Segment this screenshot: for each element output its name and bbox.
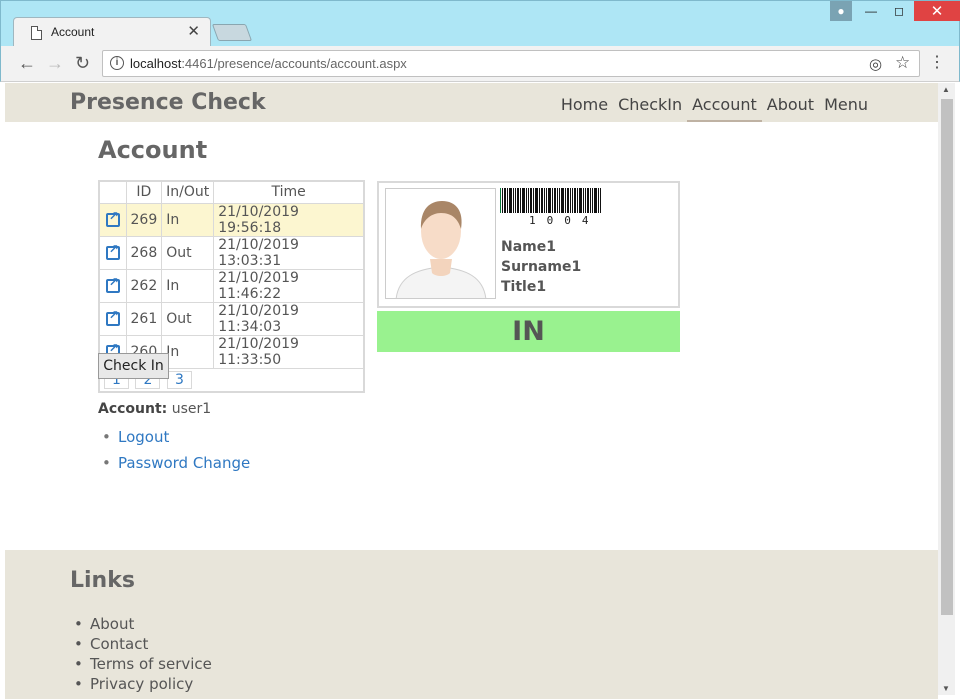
new-tab-button[interactable]	[211, 24, 253, 41]
row-inout: In	[161, 202, 215, 237]
row-id: 268	[125, 235, 163, 270]
grid-header-select	[98, 180, 127, 204]
reload-icon[interactable]: ↻	[75, 53, 90, 74]
url-host: localhost	[130, 56, 182, 71]
card-details: Name1 Surname1 Title1	[501, 237, 581, 297]
account-info: Account: user1	[98, 401, 211, 417]
footer-link-about[interactable]: About	[74, 614, 212, 634]
browser-titlebar: Account ✕ ● — ◻ ✕	[0, 0, 960, 48]
site-header: Presence Check Home CheckIn Account Abou…	[5, 83, 938, 122]
row-inout: Out	[161, 301, 215, 336]
footer-link-privacy[interactable]: Privacy policy	[74, 674, 212, 694]
open-link-icon[interactable]	[105, 275, 120, 293]
page-title: Account	[98, 136, 208, 164]
id-card: 1004 Name1 Surname1 Title1	[377, 181, 680, 308]
row-id: 261	[125, 301, 163, 336]
user-icon[interactable]: ●	[830, 1, 852, 21]
info-icon[interactable]: i	[110, 56, 124, 70]
grid-header-inout: In/Out	[161, 180, 215, 204]
forward-arrow-icon[interactable]: →	[46, 53, 64, 74]
browser-menu-icon[interactable]: ⋮	[929, 52, 945, 72]
url-path: :4461/presence/accounts/account.aspx	[181, 56, 407, 71]
avatar	[385, 188, 496, 299]
site-nav: Home CheckIn Account About Menu	[556, 91, 873, 122]
row-inout: Out	[161, 235, 215, 270]
minimize-button[interactable]: —	[858, 1, 884, 21]
open-link-icon[interactable]	[105, 308, 120, 326]
table-row: 268 Out 21/10/2019 13:03:31	[98, 235, 365, 270]
site-footer: Links About Contact Terms of service Pri…	[5, 550, 938, 699]
row-id: 262	[125, 268, 163, 303]
table-row: 262 In 21/10/2019 11:46:22	[98, 268, 365, 303]
url-text: localhost:4461/presence/accounts/account…	[130, 56, 407, 71]
account-value: user1	[171, 401, 212, 417]
scroll-down-icon[interactable]: ▼	[942, 684, 950, 693]
site-brand[interactable]: Presence Check	[70, 90, 266, 115]
web-page: Presence Check Home CheckIn Account Abou…	[5, 83, 938, 699]
open-link-icon[interactable]	[105, 242, 120, 260]
nav-home[interactable]: Home	[556, 91, 613, 122]
back-arrow-icon[interactable]: ←	[18, 53, 36, 74]
open-link-icon[interactable]	[105, 209, 120, 227]
tab-title: Account	[51, 25, 95, 39]
grid-header-id: ID	[125, 180, 163, 204]
barcode	[500, 188, 602, 213]
scroll-thumb[interactable]	[941, 99, 953, 615]
close-tab-icon[interactable]: ✕	[187, 22, 200, 40]
table-row: 261 Out 21/10/2019 11:34:03	[98, 301, 365, 336]
card-name: Name1	[501, 239, 556, 255]
document-icon	[31, 26, 42, 40]
password-change-link[interactable]: Password Change	[102, 454, 250, 472]
card-surname: Surname1	[501, 259, 582, 275]
scroll-up-icon[interactable]: ▲	[942, 85, 950, 94]
bookmark-star-icon[interactable]: ☆	[895, 53, 910, 73]
logout-link[interactable]: Logout	[102, 428, 250, 446]
maximize-button[interactable]: ◻	[886, 1, 912, 21]
footer-link-terms[interactable]: Terms of service	[74, 654, 212, 674]
row-id: 269	[125, 202, 163, 237]
row-inout: In	[161, 334, 215, 369]
barcode-number: 1004	[529, 214, 600, 227]
nav-checkin[interactable]: CheckIn	[613, 91, 687, 122]
table-row: 269 In 21/10/2019 19:56:18	[98, 202, 365, 237]
row-time: 21/10/2019 11:34:03	[213, 301, 365, 336]
page-scrollbar[interactable]: ▲ ▼	[938, 83, 955, 695]
address-bar[interactable]: i localhost:4461/presence/accounts/accou…	[102, 50, 920, 77]
row-time: 21/10/2019 19:56:18	[213, 202, 365, 237]
footer-links: About Contact Terms of service Privacy p…	[74, 614, 212, 694]
status-badge: IN	[377, 311, 680, 352]
account-label: Account:	[98, 401, 168, 417]
browser-tab[interactable]: Account ✕	[13, 17, 211, 48]
card-title: Title1	[501, 279, 547, 295]
row-time: 21/10/2019 13:03:31	[213, 235, 365, 270]
close-window-button[interactable]: ✕	[914, 1, 960, 21]
row-time: 21/10/2019 11:33:50	[213, 334, 365, 369]
browser-toolbar: ← → ↻ i localhost:4461/presence/accounts…	[0, 46, 960, 82]
nav-account[interactable]: Account	[687, 91, 762, 122]
location-target-icon[interactable]: ◎	[869, 55, 882, 73]
account-links: Logout Password Change	[102, 428, 250, 480]
pager-page-3[interactable]: 3	[166, 370, 192, 389]
grid-header-time: Time	[213, 180, 365, 204]
row-time: 21/10/2019 11:46:22	[213, 268, 365, 303]
check-in-button[interactable]: Check In	[98, 353, 169, 379]
row-inout: In	[161, 268, 215, 303]
footer-title: Links	[70, 568, 135, 593]
nav-menu[interactable]: Menu	[819, 91, 873, 122]
grid-header-row: ID In/Out Time	[98, 180, 365, 204]
nav-about[interactable]: About	[762, 91, 819, 122]
footer-link-contact[interactable]: Contact	[74, 634, 212, 654]
